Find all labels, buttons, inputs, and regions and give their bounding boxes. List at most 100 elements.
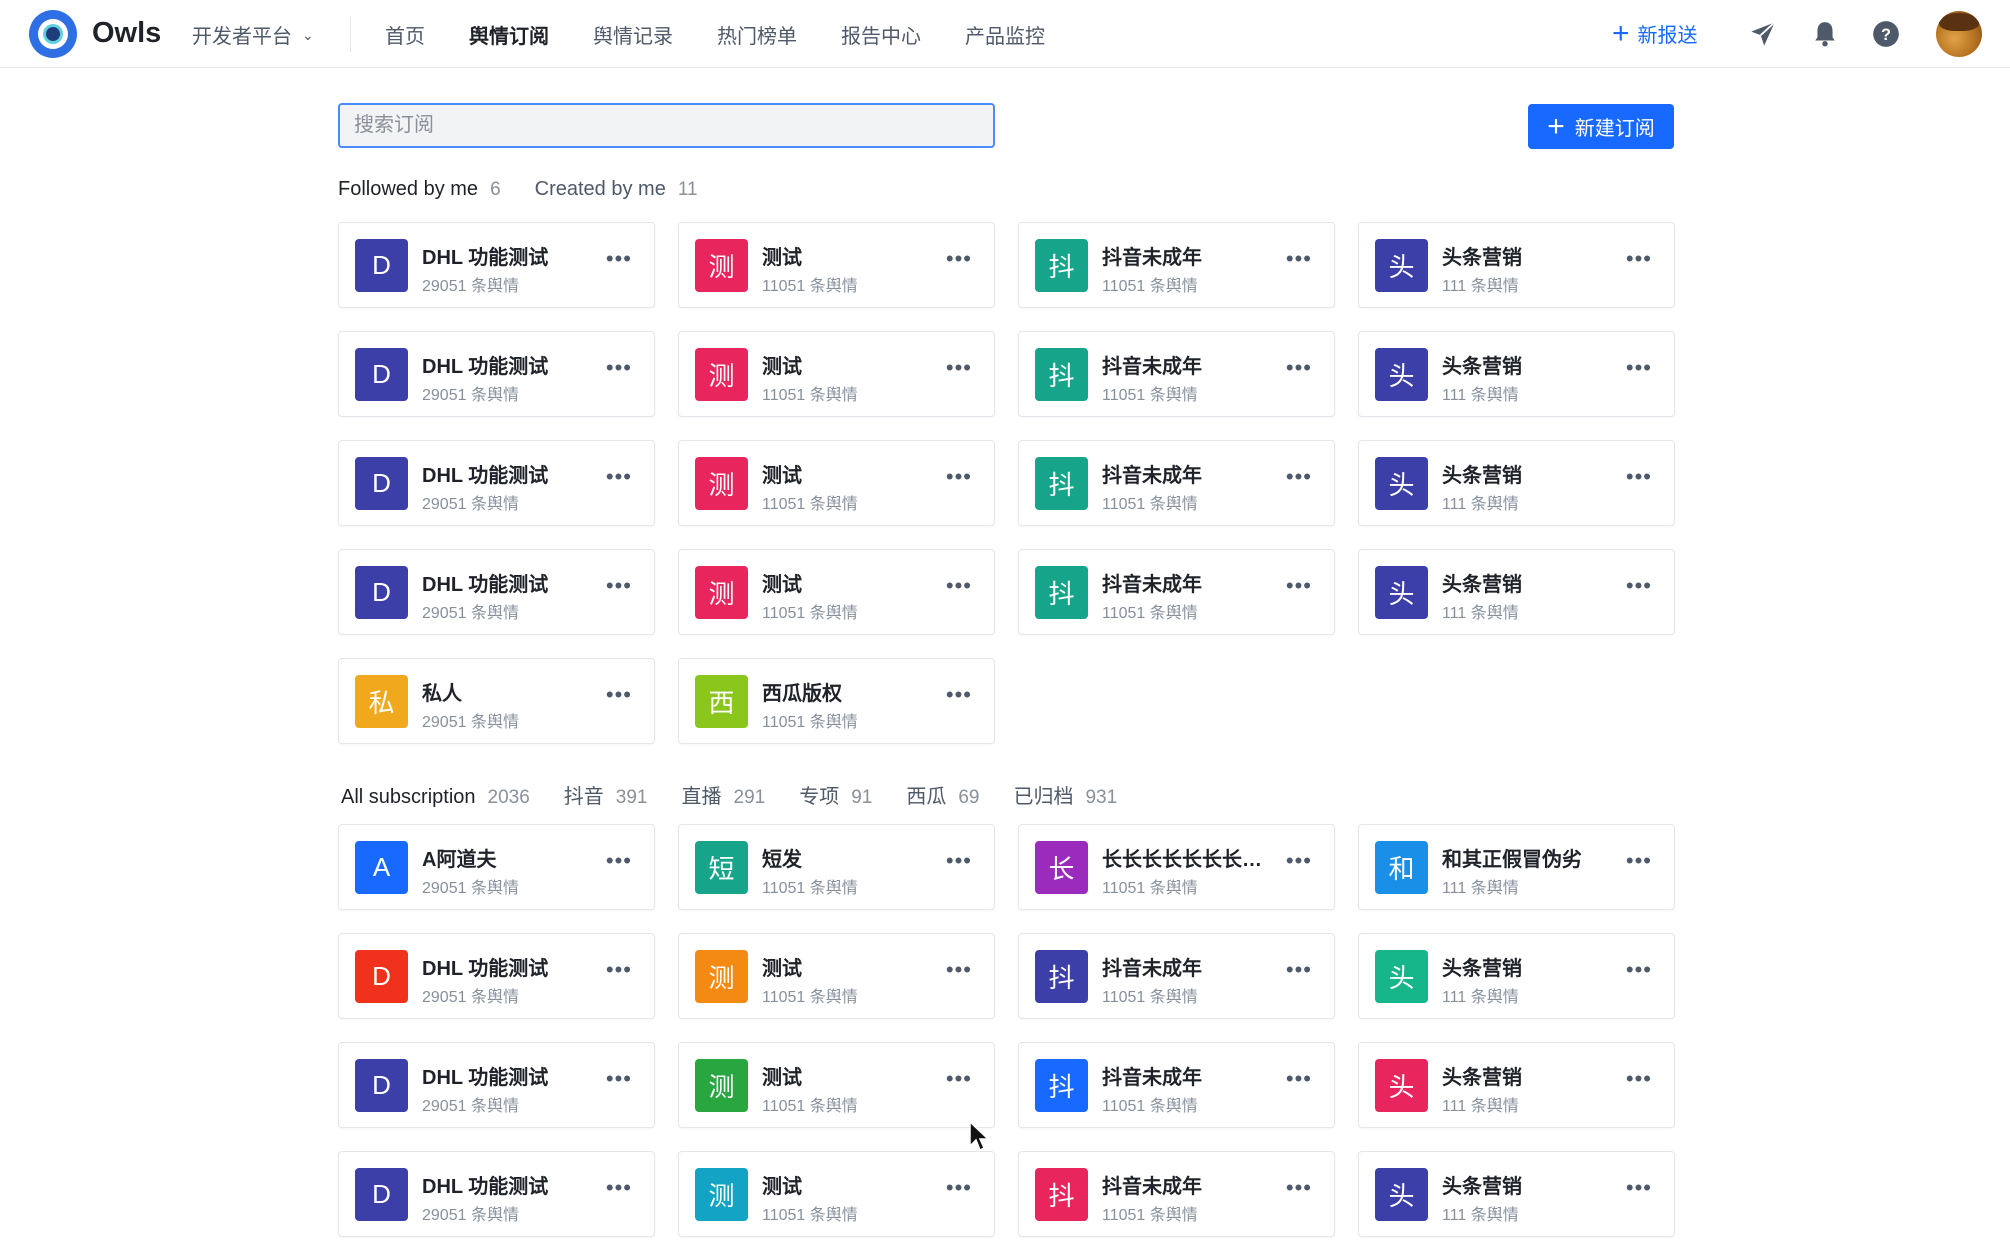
more-options-icon[interactable]: ••• — [946, 575, 972, 597]
subscription-card[interactable]: 长长长长长长长长长长长长长 11051 条舆情 ••• — [1018, 824, 1335, 910]
subscription-name: 头条营销 — [1442, 958, 1522, 980]
subscription-card[interactable]: 抖抖音未成年 11051 条舆情 ••• — [1018, 933, 1335, 1019]
more-options-icon[interactable]: ••• — [606, 575, 632, 597]
more-options-icon[interactable]: ••• — [1626, 575, 1652, 597]
subscription-card[interactable]: D DHL 功能测试 29051 条舆情 ••• — [338, 222, 655, 308]
subscription-card[interactable]: 测测试 11051 条舆情 ••• — [678, 1042, 995, 1128]
more-options-icon[interactable]: ••• — [1286, 1068, 1312, 1090]
more-options-icon[interactable]: ••• — [1286, 959, 1312, 981]
more-options-icon[interactable]: ••• — [606, 357, 632, 379]
subscription-card[interactable]: 抖抖音未成年 11051 条舆情 ••• — [1018, 549, 1335, 635]
more-options-icon[interactable]: ••• — [606, 959, 632, 981]
new-subscription-button[interactable]: + 新建订阅 — [1528, 104, 1674, 149]
more-options-icon[interactable]: ••• — [606, 684, 632, 706]
more-options-icon[interactable]: ••• — [606, 1068, 632, 1090]
subscription-count: 11051 条舆情 — [762, 714, 858, 731]
tab-archived[interactable]: 已归档 931 — [1013, 780, 1117, 809]
more-options-icon[interactable]: ••• — [946, 684, 972, 706]
subscription-card[interactable]: 头头条营销 111 条舆情 ••• — [1358, 1042, 1675, 1128]
paper-plane-icon[interactable] — [1748, 19, 1778, 49]
tab-count: 931 — [1085, 787, 1118, 808]
subscription-card[interactable]: 头头条营销 111 条舆情 ••• — [1358, 331, 1675, 417]
subscription-card[interactable]: 短短发 11051 条舆情 ••• — [678, 824, 995, 910]
more-options-icon[interactable]: ••• — [946, 357, 972, 379]
subscription-name: DHL 功能测试 — [422, 574, 549, 596]
more-options-icon[interactable]: ••• — [1626, 357, 1652, 379]
subscription-card[interactable]: D DHL 功能测试 29051 条舆情 ••• — [338, 1042, 655, 1128]
more-options-icon[interactable]: ••• — [946, 1068, 972, 1090]
tab-followed-by-me[interactable]: Followed by me 6 — [338, 178, 501, 201]
more-options-icon[interactable]: ••• — [606, 1177, 632, 1199]
avatar[interactable] — [1936, 11, 1982, 57]
subscription-card[interactable]: D DHL 功能测试 29051 条舆情 ••• — [338, 933, 655, 1019]
new-push-button[interactable]: + 新报送 — [1612, 18, 1698, 48]
nav-item-product-monitor[interactable]: 产品监控 — [965, 20, 1045, 49]
subscription-card[interactable]: D DHL 功能测试 29051 条舆情 ••• — [338, 1151, 655, 1237]
search-subscription-input[interactable] — [338, 103, 995, 148]
subscription-card[interactable]: D DHL 功能测试 29051 条舆情 ••• — [338, 440, 655, 526]
subscription-card[interactable]: 头头条营销 111 条舆情 ••• — [1358, 440, 1675, 526]
more-options-icon[interactable]: ••• — [1286, 357, 1312, 379]
more-options-icon[interactable]: ••• — [946, 1177, 972, 1199]
more-options-icon[interactable]: ••• — [1286, 466, 1312, 488]
subscription-card[interactable]: D DHL 功能测试 29051 条舆情 ••• — [338, 331, 655, 417]
tab-douyin[interactable]: 抖音 391 — [564, 780, 648, 809]
nav-item-home[interactable]: 首页 — [385, 20, 425, 49]
subscription-card[interactable]: 抖抖音未成年 11051 条舆情 ••• — [1018, 222, 1335, 308]
more-options-icon[interactable]: ••• — [606, 248, 632, 270]
more-options-icon[interactable]: ••• — [946, 466, 972, 488]
subscription-card[interactable]: 抖抖音未成年 11051 条舆情 ••• — [1018, 440, 1335, 526]
subscription-card[interactable]: 头头条营销 111 条舆情 ••• — [1358, 1151, 1675, 1237]
subscription-avatar-icon: D — [355, 1168, 408, 1221]
subscription-card[interactable]: 抖抖音未成年 11051 条舆情 ••• — [1018, 1151, 1335, 1237]
subscription-card[interactable]: 测测试 11051 条舆情 ••• — [678, 933, 995, 1019]
more-options-icon[interactable]: ••• — [946, 850, 972, 872]
nav-item-trending[interactable]: 热门榜单 — [717, 20, 797, 49]
more-options-icon[interactable]: ••• — [1286, 1177, 1312, 1199]
help-icon[interactable]: ? — [1871, 19, 1901, 49]
more-options-icon[interactable]: ••• — [1626, 850, 1652, 872]
subscription-card[interactable]: D DHL 功能测试 29051 条舆情 ••• — [338, 549, 655, 635]
brand-name[interactable]: Owls — [92, 17, 161, 50]
nav-item-records[interactable]: 舆情记录 — [593, 20, 673, 49]
subscription-card[interactable]: 抖抖音未成年 11051 条舆情 ••• — [1018, 1042, 1335, 1128]
tab-special[interactable]: 专项 91 — [799, 780, 872, 809]
subscription-card[interactable]: 和和其正假冒伪劣 111 条舆情 ••• — [1358, 824, 1675, 910]
platform-dropdown[interactable]: 开发者平台 ⌄ — [192, 20, 314, 49]
subscription-card[interactable]: 测测试 11051 条舆情 ••• — [678, 331, 995, 417]
more-options-icon[interactable]: ••• — [1626, 1068, 1652, 1090]
tab-created-by-me[interactable]: Created by me 11 — [535, 178, 698, 201]
more-options-icon[interactable]: ••• — [946, 248, 972, 270]
subscription-count: 111 条舆情 — [1442, 605, 1519, 622]
more-options-icon[interactable]: ••• — [1626, 959, 1652, 981]
more-options-icon[interactable]: ••• — [1286, 850, 1312, 872]
subscription-card[interactable]: A A阿道夫 29051 条舆情 ••• — [338, 824, 655, 910]
subscription-card[interactable]: 西西瓜版权 11051 条舆情 ••• — [678, 658, 995, 744]
subscription-name: 测试 — [762, 465, 802, 487]
subscription-card[interactable]: 测测试 11051 条舆情 ••• — [678, 549, 995, 635]
subscription-card[interactable]: 头头条营销 111 条舆情 ••• — [1358, 222, 1675, 308]
subscription-card[interactable]: 测测试 11051 条舆情 ••• — [678, 222, 995, 308]
more-options-icon[interactable]: ••• — [606, 850, 632, 872]
subscription-card[interactable]: 头头条营销 111 条舆情 ••• — [1358, 933, 1675, 1019]
more-options-icon[interactable]: ••• — [1626, 1177, 1652, 1199]
tab-all-subscription[interactable]: All subscription 2036 — [341, 786, 530, 809]
subscription-card[interactable]: 私私人 29051 条舆情 ••• — [338, 658, 655, 744]
nav-item-reports[interactable]: 报告中心 — [841, 20, 921, 49]
more-options-icon[interactable]: ••• — [946, 959, 972, 981]
owls-logo-icon[interactable] — [29, 10, 77, 58]
subscription-card[interactable]: 头头条营销 111 条舆情 ••• — [1358, 549, 1675, 635]
more-options-icon[interactable]: ••• — [1626, 248, 1652, 270]
more-options-icon[interactable]: ••• — [606, 466, 632, 488]
subscription-card[interactable]: 测测试 11051 条舆情 ••• — [678, 1151, 995, 1237]
subscription-avatar-icon: 头 — [1375, 457, 1428, 510]
nav-item-subscriptions[interactable]: 舆情订阅 — [469, 20, 549, 49]
subscription-card[interactable]: 抖抖音未成年 11051 条舆情 ••• — [1018, 331, 1335, 417]
more-options-icon[interactable]: ••• — [1286, 575, 1312, 597]
subscription-card[interactable]: 测测试 11051 条舆情 ••• — [678, 440, 995, 526]
tab-live[interactable]: 直播 291 — [682, 780, 766, 809]
more-options-icon[interactable]: ••• — [1626, 466, 1652, 488]
tab-xigua[interactable]: 西瓜 69 — [906, 780, 979, 809]
more-options-icon[interactable]: ••• — [1286, 248, 1312, 270]
bell-icon[interactable] — [1810, 19, 1840, 49]
